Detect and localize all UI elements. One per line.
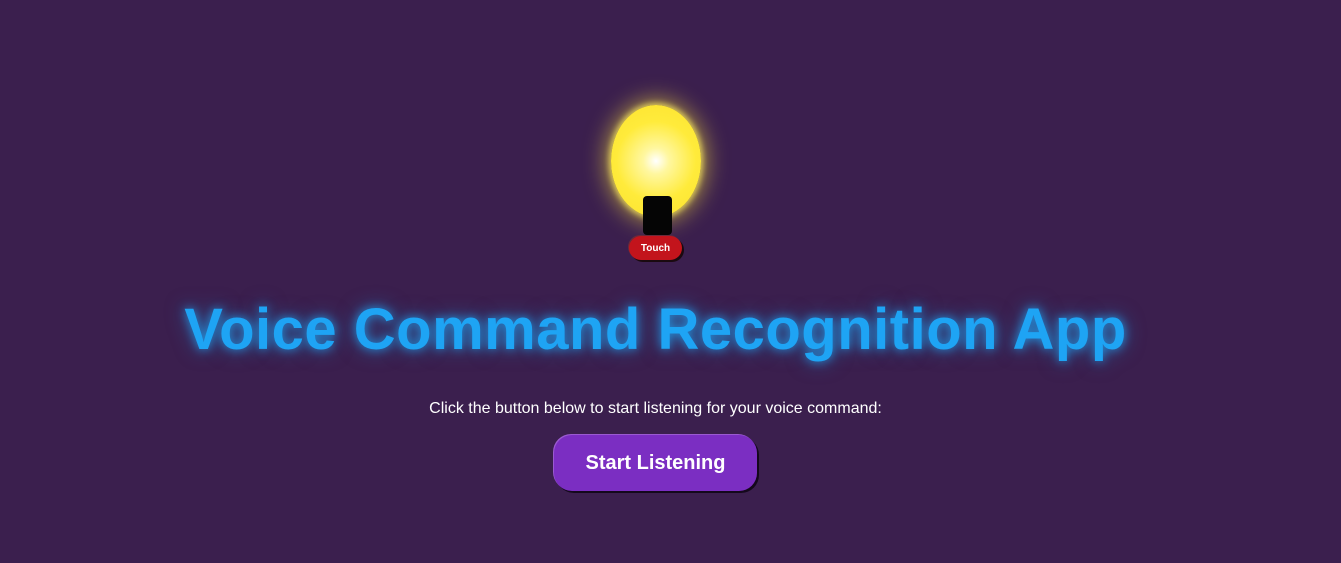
light-bulb: Touch (611, 105, 701, 265)
page-title: Voice Command Recognition App (184, 297, 1127, 362)
touch-button[interactable]: Touch (629, 236, 682, 260)
bulb-socket-icon (643, 196, 672, 235)
start-listening-button[interactable]: Start Listening (554, 435, 757, 491)
instruction-text: Click the button below to start listenin… (429, 400, 882, 417)
